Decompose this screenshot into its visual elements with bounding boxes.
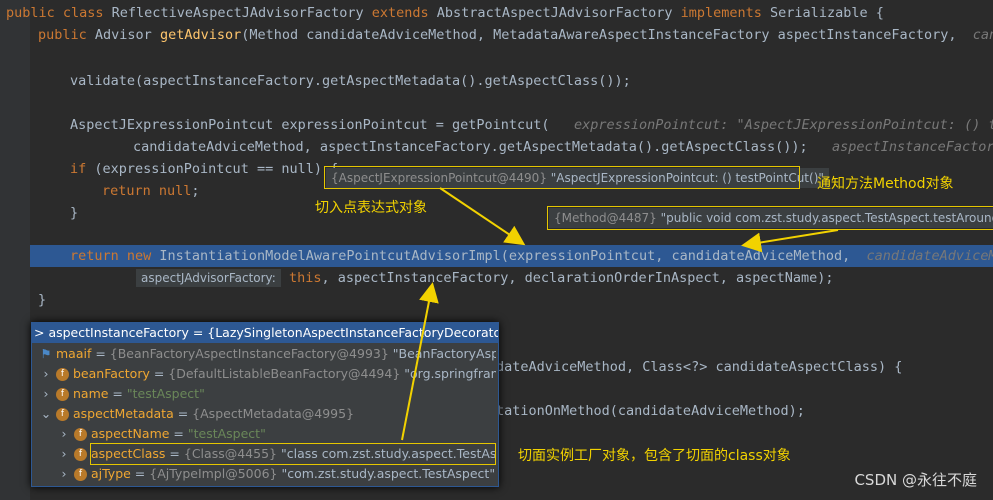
popup-header[interactable]: > aspectInstanceFactory = {LazySingleton… [32,323,498,343]
kw: return new [70,248,160,264]
field-icon: f [73,448,87,461]
code-line-method-decl[interactable]: public Advisor getAdvisor(Method candida… [38,24,993,46]
code-line-return-null[interactable]: return null; [102,180,200,202]
tree-node-aspectname[interactable]: › f aspectName = "testAspect" [58,424,496,444]
node-ref: {BeanFactoryAspectInstanceFactory@4993} [109,346,389,361]
annotation-factory: 切面实例工厂对象，包含了切面的class对象 [518,448,791,464]
class-name: ReflectiveAspectJAdvisorFactory [111,5,372,21]
node-value: "com.zst.study.aspect.TestAspect" [281,466,496,481]
interface: Serializable { [770,5,884,21]
return-type: Advisor [94,27,160,43]
node-value: "org.springframework [404,366,496,381]
tree-node-ajtype[interactable]: › f ajType = {AjTypeImpl@5006} "com.zst.s… [58,464,496,484]
code-line-return-new[interactable]: return new InstantiationModelAwarePointc… [70,245,993,267]
annotation-pointcut: 切入点表达式对象 [315,200,427,216]
arrow-method [741,229,839,253]
code-text: candidateAdviceMethod, aspectInstanceFac… [133,139,808,155]
highlight-box-pointcut [324,166,800,189]
inline-hint: candid [972,27,993,43]
code-line-return-args[interactable]: aspectJAdvisorFactory: this, aspectInsta… [136,267,834,289]
inline-hint: candidateAdviceMe [866,248,993,264]
node-name: maaif [55,346,92,361]
code-text: InstantiationModelAwarePointcutAdvisorIm… [159,248,851,264]
field-icon: f [73,428,87,441]
editor-gutter [0,0,30,500]
node-ref: {AspectMetadata@4995} [192,406,355,421]
code-line-close-if[interactable]: } [70,202,78,224]
watermark: CSDN @永往不庭 [854,471,977,489]
chevron-right-icon[interactable]: › [40,384,52,404]
field-icon: f [55,388,69,401]
superclass: AbstractAspectJAdvisorFactory [436,5,681,21]
params: (Method candidateAdviceMethod, MetadataA… [241,27,957,43]
method-name: getAdvisor [159,27,242,43]
node-ref: {DefaultListableBeanFactory@4494} [168,366,401,381]
code-line-annotation[interactable]: tationOnMethod(candidateAdviceMethod); [496,400,805,422]
node-eq: = [108,386,127,401]
chevron-right-icon[interactable]: › [58,444,70,464]
code-line-if[interactable]: if (expressionPointcut == null) { [70,158,338,180]
code-line-close-method[interactable]: } [38,289,46,311]
kw: this [288,270,322,286]
chevron-right-icon[interactable]: › [58,464,70,484]
tree-node-maaif[interactable]: ⚑ maaif = {BeanFactoryAspectInstanceFact… [40,344,496,364]
inline-hint: aspectInstanceFactory: L [832,139,993,155]
highlight-box-aspectclass [90,443,496,465]
node-name: ajType [90,466,131,481]
flag-icon: ⚑ [40,346,52,361]
node-name: aspectName [90,426,170,441]
arrow-pointcut [439,187,526,246]
code-text: , aspectInstanceFactory, declarationOrde… [321,270,834,286]
code-text: AspectJExpressionPointcut expressionPoin… [70,117,550,133]
kw: extends [371,5,437,21]
node-name: beanFactory [72,366,150,381]
chevron-right-icon[interactable]: › [58,424,70,444]
code-line-pointcut[interactable]: AspectJExpressionPointcut expressionPoin… [70,114,993,136]
field-icon: f [55,408,69,421]
kw: return null [102,183,192,199]
code-line-pointcut-args[interactable]: candidateAdviceMethod, aspectInstanceFac… [133,136,993,158]
tree-node-beanfactory[interactable]: › f beanFactory = {DefaultListableBeanFac… [40,364,496,384]
annotation-method: 通知方法Method对象 [817,176,954,192]
node-name: name [72,386,109,401]
tree-node-name[interactable]: › f name = "testAspect" [40,384,496,404]
code-line-class-decl[interactable]: public class ReflectiveAspectJAdvisorFac… [6,2,884,24]
field-icon: f [73,468,87,481]
code-line-validate[interactable]: validate(aspectInstanceFactory.getAspect… [70,70,631,92]
kw: public class [6,5,112,21]
node-value: "testAspect" [187,426,266,441]
chevron-down-icon[interactable]: ⌄ [40,404,52,424]
kw: implements [680,5,771,21]
node-ref: {AjTypeImpl@5006} [149,466,278,481]
tree-node-aspectmetadata[interactable]: ⌄ f aspectMetadata = {AspectMetadata@4995… [40,404,496,424]
code-text: ; [191,183,200,199]
code-text: (expressionPointcut == null) { [94,161,339,177]
code-line-next-method[interactable]: dateAdviceMethod, Class<?> candidateAspe… [496,356,902,378]
kw: public [38,27,95,43]
node-value: "testAspect" [126,386,205,401]
inline-hint: expressionPointcut: "AspectJExpressionPo… [573,117,993,133]
node-name: aspectMetadata [72,406,174,421]
param-hint: aspectJAdvisorFactory: [136,269,281,287]
chevron-right-icon[interactable]: › [40,364,52,384]
node-value: "BeanFactoryAspectInsta [392,346,496,361]
field-icon: f [55,368,69,381]
kw: if [70,161,95,177]
highlight-box-method [547,206,993,230]
